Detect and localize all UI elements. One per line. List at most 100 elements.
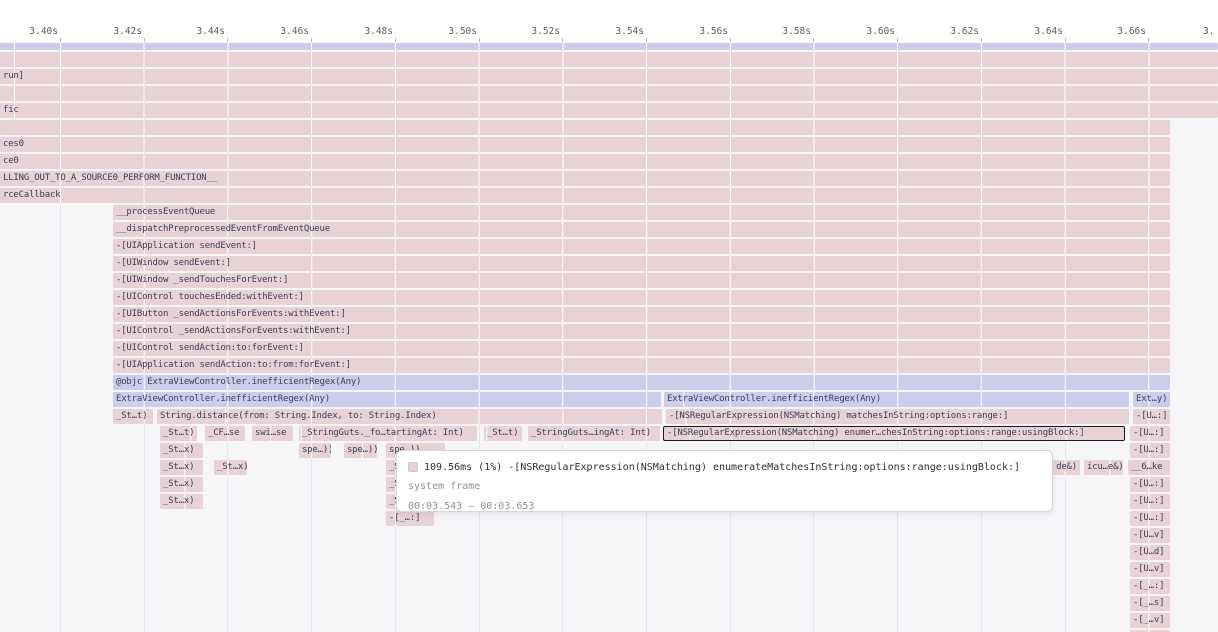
flame-segment-label: -[U…v] (1130, 528, 1170, 543)
ruler-tick-label: 3.58s (782, 26, 811, 37)
flame-segment[interactable] (0, 120, 1170, 135)
flame-segment[interactable]: _St…x) (160, 443, 203, 458)
flame-segment[interactable]: __dispatchPreprocessedEventFromEventQueu… (113, 222, 1170, 237)
flame-segment-label: -[NSRegularExpression(NSMatching) matche… (666, 409, 1129, 424)
ruler-tick-label: 3.44s (196, 26, 225, 37)
flame-segment[interactable]: ces0 (0, 137, 1170, 152)
flame-segment[interactable] (0, 43, 1218, 50)
flame-segment-label: -[UIControl touchesEnded:withEvent:] (113, 290, 1170, 305)
flame-segment-label: _St…x) (160, 443, 203, 458)
flame-segment[interactable]: -[UIApplication sendAction:to:from:forEv… (113, 358, 1170, 373)
flame-segment-label: _St…t) (484, 426, 522, 441)
flame-segment[interactable]: -[UIButton _sendActionsForEvents:withEve… (113, 307, 1170, 322)
flame-segment[interactable]: _St…t) (484, 426, 522, 441)
flame-segment-label: ExtraViewController.inefficientRegex(Any… (664, 392, 1129, 407)
flame-segment[interactable]: -[UIWindow sendEvent:] (113, 256, 1170, 271)
flame-segment[interactable] (0, 52, 1218, 67)
ruler-tick-label: 3.54s (615, 26, 644, 37)
flame-segment[interactable]: -[UIControl _sendActionsForEvents:withEv… (113, 324, 1170, 339)
flame-segment[interactable]: _CF…se (205, 426, 245, 441)
flame-segment-label: -[UIButton _sendActionsForEvents:withEve… (113, 307, 1170, 322)
flame-segment[interactable] (0, 86, 1218, 101)
flame-segment-label: _StringGuts…ingAt: Int) (528, 426, 660, 441)
flame-segment-label: ces0 (0, 137, 1170, 152)
flame-segment-label: -[UIWindow sendEvent:] (113, 256, 1170, 271)
flame-segment-label: _StringGuts._fo…tartingAt: Int) (299, 426, 477, 441)
flame-segment[interactable]: _St…x) (214, 460, 247, 475)
flame-segment[interactable]: _StringGuts._fo…tartingAt: Int) (299, 426, 477, 441)
flame-segment[interactable]: _St…x) (160, 460, 203, 475)
flame-segment[interactable]: _St…x) (160, 494, 203, 509)
ruler-tick-label: 3.52s (531, 26, 560, 37)
flame-segment-label: run] (0, 69, 1218, 84)
flame-segment[interactable]: -[UIWindow _sendTouchesForEvent:] (113, 273, 1170, 288)
flame-segment[interactable]: icu…e&) (1084, 460, 1123, 475)
flame-segment-label: _CF…se (205, 426, 245, 441)
flame-segment-label: -[_…s] (1130, 596, 1170, 611)
flame-segment[interactable]: _St…x) (160, 477, 203, 492)
flame-segment-label: LLING_OUT_TO_A_SOURCE0_PERFORM_FUNCTION_… (0, 171, 1170, 186)
flame-segment[interactable]: spe…)) (344, 443, 377, 458)
flame-segment[interactable]: run] (0, 69, 1218, 84)
flame-segment[interactable]: -[UIControl sendAction:to:forEvent:] (113, 341, 1170, 356)
ruler-tick-label: 3.64s (1034, 26, 1063, 37)
flame-segment-label: ExtraViewController.inefficientRegex(Any… (113, 392, 661, 407)
flame-segment[interactable]: -[U…d] (1130, 545, 1170, 560)
flame-segment[interactable]: String.distance(from: String.Index, to: … (157, 409, 662, 424)
flame-segment[interactable]: -[U…:] (1130, 511, 1170, 526)
tooltip-time-range: 00:03.543 — 00:03.653 (408, 497, 1040, 517)
flame-segment[interactable]: ExtraViewController.inefficientRegex(Any… (113, 392, 661, 407)
flame-segment-label: spe…)) (344, 443, 377, 458)
flame-segment[interactable]: _St…t) (160, 426, 197, 441)
flame-segment[interactable]: -[_…v] (1130, 613, 1170, 628)
flame-segment[interactable]: __6…ke (1128, 460, 1170, 475)
flame-segment[interactable]: -[U…:] (1130, 494, 1170, 509)
flame-segment-label: -[UIApplication sendAction:to:from:forEv… (113, 358, 1170, 373)
flame-segment[interactable]: __processEventQueue (113, 205, 1170, 220)
flame-segment-label: -[UIControl _sendActionsForEvents:withEv… (113, 324, 1170, 339)
flame-segment[interactable]: _St…t) (113, 409, 153, 424)
flame-segment[interactable]: spe…)) (299, 443, 331, 458)
flame-segment[interactable]: -[UIControl touchesEnded:withEvent:] (113, 290, 1170, 305)
flame-segment[interactable]: -[U…:] (1130, 443, 1170, 458)
flame-segment[interactable]: -[UIApplication sendEvent:] (113, 239, 1170, 254)
ruler-tick-label: 3.42s (113, 26, 142, 37)
ruler-tick-label: 3. (1203, 26, 1214, 37)
flame-segment-label: -[U…:] (1130, 494, 1170, 509)
flame-segment[interactable]: -[U…:] (1133, 409, 1170, 424)
flame-segment[interactable]: ce0 (0, 154, 1170, 169)
flame-segment[interactable]: Ext…y) (1133, 392, 1170, 407)
flame-segment-label: -[UIControl sendAction:to:forEvent:] (113, 341, 1170, 356)
ruler-tick-label: 3.56s (699, 26, 728, 37)
flame-segment-label: __dispatchPreprocessedEventFromEventQueu… (113, 222, 1170, 237)
flame-segment[interactable]: -[U…v] (1130, 528, 1170, 543)
flame-segment[interactable]: -[NSRegularExpression(NSMatching) matche… (666, 409, 1129, 424)
flame-segment[interactable]: ExtraViewController.inefficientRegex(Any… (664, 392, 1129, 407)
flame-segment[interactable]: -[_…s] (1130, 596, 1170, 611)
flame-segment-label: -[UIApplication sendEvent:] (113, 239, 1170, 254)
flame-segment[interactable]: -[U…v] (1130, 562, 1170, 577)
flame-segment-label: -[U…:] (1133, 409, 1170, 424)
ruler-tick-label: 3.40s (29, 26, 58, 37)
flame-segment[interactable]: -[U…:] (1130, 477, 1170, 492)
ruler-tick-label: 3.50s (448, 26, 477, 37)
flame-segment[interactable]: @objc ExtraViewController.inefficientReg… (113, 375, 1170, 390)
time-ruler[interactable]: 3.40s3.42s3.44s3.46s3.48s3.50s3.52s3.54s… (0, 0, 1218, 42)
ruler-tick-label: 3.62s (950, 26, 979, 37)
flame-segment-label: @objc ExtraViewController.inefficientReg… (113, 375, 1170, 390)
ruler-tick-label: 3.46s (280, 26, 309, 37)
flame-segment[interactable]: -[_…:] (1130, 579, 1170, 594)
flame-segment[interactable]: rceCallback (0, 188, 1170, 203)
flame-segment[interactable]: _StringGuts…ingAt: Int) (528, 426, 660, 441)
flame-segment[interactable]: fic (0, 103, 1218, 118)
flame-segment[interactable]: swi…se (252, 426, 293, 441)
flame-segment[interactable]: -[U…:] (1130, 426, 1170, 441)
flame-segment-label: -[U…v] (1130, 562, 1170, 577)
flame-segment[interactable]: LLING_OUT_TO_A_SOURCE0_PERFORM_FUNCTION_… (0, 171, 1170, 186)
flame-segment-label: icu…e&) (1084, 460, 1123, 475)
flame-segment-selected[interactable]: -[NSRegularExpression(NSMatching) enumer… (663, 426, 1125, 441)
profiler-flame-chart-view: 3.40s3.42s3.44s3.46s3.48s3.50s3.52s3.54s… (0, 0, 1218, 632)
flame-segment-label: __processEventQueue (113, 205, 1170, 220)
flame-chart-area[interactable]: run] fic ces0 ce0 LLING_OUT_TO_A_SOURCE0_PER… (0, 42, 1218, 632)
flame-segment-label: -[U…:] (1130, 443, 1170, 458)
